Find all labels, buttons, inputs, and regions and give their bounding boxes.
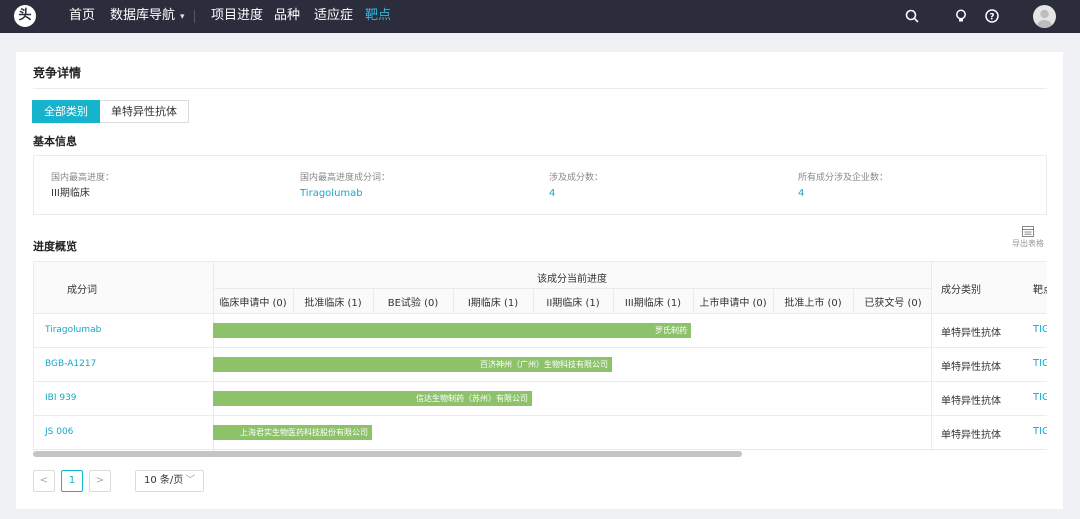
info-value: III期临床 (51, 188, 90, 199)
page-title: 竞争详情 (33, 66, 82, 80)
component-category: 单特异性抗体 (941, 328, 1001, 339)
tab-monospecific-antibody[interactable]: 单特异性抗体 (100, 100, 189, 123)
page-1-button[interactable]: 1 (61, 470, 83, 492)
progress-bar: 信达生物制药（苏州）有限公司 (213, 391, 532, 406)
chevron-down-icon: ﹀ (185, 475, 196, 486)
table-horizontal-scrollbar[interactable] (33, 450, 1047, 458)
nav-item-variety[interactable]: 品种 (274, 8, 300, 24)
header-target: 靶点 (1033, 285, 1047, 296)
table-row: JS 006 上海君实生物医药科技股份有限公司 单特异性抗体 TIGIT (34, 416, 1047, 450)
stage-header: 上市申请中 (0) (699, 298, 767, 309)
header-subdivider (213, 288, 931, 289)
progress-bar: 百济神州（广州）生物科技有限公司 (213, 357, 612, 372)
user-avatar[interactable] (1033, 5, 1056, 28)
info-value-link[interactable]: Tiragolumab (300, 186, 390, 201)
chevron-down-icon: ▾ (180, 12, 185, 22)
header-component: 成分词 (67, 285, 97, 296)
nav-divider (194, 10, 195, 23)
stage-header: BE试验 (0) (387, 298, 439, 309)
info-label: 所有成分涉及企业数： (798, 173, 889, 183)
help-icon[interactable]: ? (984, 8, 1000, 24)
stage-header: 临床申请中 (0) (219, 298, 287, 309)
header-category: 成分类别 (941, 285, 981, 296)
basic-info-panel: 国内最高进度： III期临床 国内最高进度成分词： Tiragolumab 涉及… (33, 155, 1047, 215)
progress-bar: 罗氏制药 (213, 323, 691, 338)
nav-item-target[interactable]: 靶点 (365, 8, 391, 24)
component-link[interactable]: BGB-A1217 (45, 359, 96, 369)
lightbulb-icon[interactable] (953, 8, 969, 24)
user-icon (1037, 9, 1052, 28)
export-table-button[interactable]: 导出表格 (1012, 226, 1044, 249)
basic-info-title: 基本信息 (33, 135, 77, 148)
target-link[interactable]: TIGIT (1033, 358, 1047, 369)
table-header: 成分词 该成分当前进度 成分类别 靶点 临床申请中 (0) 批准临床 (1) B… (34, 261, 1047, 314)
nav-item-database[interactable]: 数据库导航 ▾ (110, 8, 185, 25)
top-navbar: 头 首页 数据库导航 ▾ 项目进度 品种 适应症 靶点 ? (0, 0, 1080, 33)
progress-bar: 上海君实生物医药科技股份有限公司 (213, 425, 372, 440)
info-value-link[interactable]: 4 (549, 186, 603, 201)
progress-table: 成分词 该成分当前进度 成分类别 靶点 临床申请中 (0) 批准临床 (1) B… (33, 261, 1047, 451)
info-highest-progress-component: 国内最高进度成分词： Tiragolumab (300, 171, 390, 201)
page-size-value: 10 条/页 (144, 475, 184, 486)
stage-header: 批准临床 (1) (304, 298, 362, 309)
component-category: 单特异性抗体 (941, 430, 1001, 441)
nav-item-project-progress[interactable]: 项目进度 (211, 8, 263, 24)
stage-header: 已获文号 (0) (864, 298, 922, 309)
stage-header: I期临床 (1) (467, 298, 519, 309)
component-link[interactable]: Tiragolumab (45, 325, 101, 335)
info-component-count: 涉及成分数： 4 (549, 171, 603, 201)
title-divider (33, 88, 1047, 89)
info-highest-progress: 国内最高进度： III期临床 (51, 171, 114, 201)
competition-detail-card: 竞争详情 全部类别 单特异性抗体 基本信息 国内最高进度： III期临床 国内最… (16, 52, 1063, 509)
target-link[interactable]: TIGIT (1033, 392, 1047, 403)
component-link[interactable]: JS 006 (45, 427, 73, 437)
component-category: 单特异性抗体 (941, 396, 1001, 407)
page-size-select[interactable]: 10 条/页 ﹀ (135, 470, 205, 492)
tab-all-categories[interactable]: 全部类别 (32, 100, 100, 123)
export-table-label: 导出表格 (1012, 239, 1044, 248)
progress-overview-title: 进度概览 (33, 240, 77, 253)
nav-item-indication[interactable]: 适应症 (314, 8, 353, 24)
nav-item-home[interactable]: 首页 (69, 8, 95, 24)
svg-text:?: ? (989, 12, 994, 22)
table-row: Tiragolumab 罗氏制药 单特异性抗体 TIGIT (34, 314, 1047, 348)
table-row: BGB-A1217 百济神州（广州）生物科技有限公司 单特异性抗体 TIGIT (34, 348, 1047, 382)
category-tabs: 全部类别 单特异性抗体 (32, 100, 189, 123)
info-label: 国内最高进度： (51, 173, 115, 183)
search-icon[interactable] (904, 8, 920, 24)
scrollbar-thumb[interactable] (33, 451, 742, 457)
info-label: 国内最高进度成分词： (300, 173, 391, 183)
stage-header: II期临床 (1) (546, 298, 600, 309)
pagination: < 1 > 10 条/页 ﹀ (33, 470, 205, 492)
stage-header: III期临床 (1) (624, 298, 682, 309)
table-row: IBI 939 信达生物制药（苏州）有限公司 单特异性抗体 TIGIT (34, 382, 1047, 416)
target-link[interactable]: TIGIT (1033, 426, 1047, 437)
stage-header: 批准上市 (0) (784, 298, 842, 309)
info-company-count: 所有成分涉及企业数： 4 (798, 171, 888, 201)
component-link[interactable]: IBI 939 (45, 393, 77, 403)
nav-item-database-label: 数据库导航 (110, 8, 176, 23)
info-value-link[interactable]: 4 (798, 186, 888, 201)
table-export-icon (1022, 226, 1034, 237)
header-current-progress: 该成分当前进度 (537, 274, 607, 285)
target-link[interactable]: TIGIT (1033, 324, 1047, 335)
info-label: 涉及成分数： (549, 173, 604, 183)
app-logo[interactable]: 头 (14, 5, 36, 27)
next-page-button[interactable]: > (89, 470, 111, 492)
component-category: 单特异性抗体 (941, 362, 1001, 373)
prev-page-button[interactable]: < (33, 470, 55, 492)
